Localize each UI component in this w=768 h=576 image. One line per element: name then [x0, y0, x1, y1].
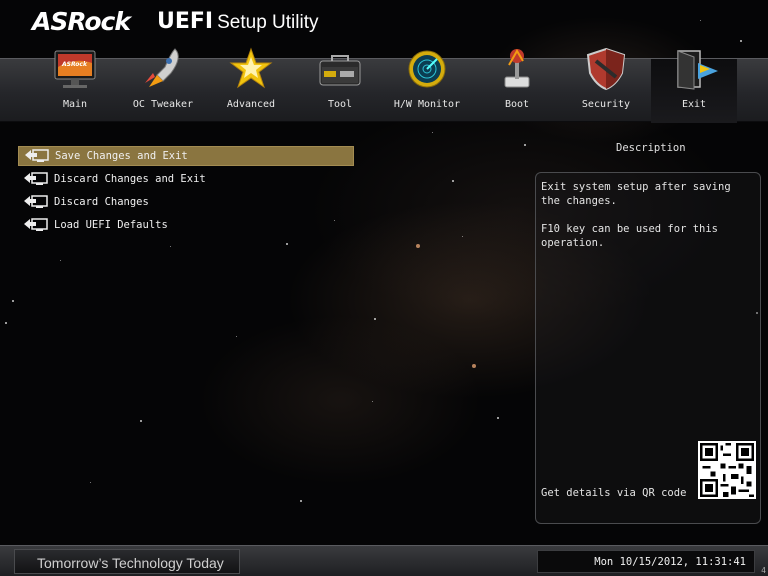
- menu-item-discard-changes-and-exit[interactable]: Discard Changes and Exit: [18, 169, 354, 189]
- exit-menu: Save Changes and Exit Discard Changes an…: [18, 146, 354, 238]
- corner-mark: 4: [761, 566, 766, 575]
- product-title: UEFI Setup Utility: [157, 9, 318, 34]
- exit-arrow-icon: [24, 172, 48, 185]
- nav-bar: ASRock Main OC Tweaker Advanced Tool H/W…: [0, 47, 768, 123]
- description-line-2: F10 key can be used for this operation.: [541, 223, 719, 249]
- tab-security[interactable]: Security: [563, 47, 649, 123]
- menu-item-label: Discard Changes: [54, 196, 149, 208]
- datetime-display: Mon 10/15/2012, 11:31:41: [594, 556, 746, 568]
- star-icon: [229, 47, 273, 89]
- brand-logo: ASRock: [32, 7, 131, 36]
- tab-tool[interactable]: Tool: [297, 55, 383, 123]
- description-line-1: Exit system setup after saving the chang…: [541, 181, 731, 207]
- qr-code-icon: [700, 443, 754, 497]
- radar-icon: [408, 50, 446, 88]
- shield-icon: [586, 47, 626, 91]
- description-text: Exit system setup after saving the chang…: [541, 180, 755, 264]
- description-panel: Exit system setup after saving the chang…: [535, 172, 761, 524]
- product-suffix: Setup Utility: [217, 12, 319, 33]
- tab-hw-monitor[interactable]: H/W Monitor: [384, 50, 470, 123]
- header: ASRock UEFI Setup Utility: [0, 0, 768, 56]
- exit-arrow-icon: [24, 218, 48, 231]
- exit-arrow-icon: [24, 195, 48, 208]
- menu-item-label: Load UEFI Defaults: [54, 219, 168, 231]
- tab-advanced[interactable]: Advanced: [208, 47, 294, 123]
- rocket-icon: [145, 48, 179, 87]
- clock-panel: Mon 10/15/2012, 11:31:41: [537, 550, 755, 573]
- monitor-icon: ASRock: [54, 50, 96, 88]
- tab-oc-tweaker[interactable]: OC Tweaker: [120, 48, 206, 123]
- product-name: UEFI: [157, 9, 214, 34]
- qr-label: Get details via QR code: [541, 487, 687, 499]
- joystick-icon: [504, 49, 530, 88]
- svg-text:ASRock: ASRock: [61, 61, 88, 68]
- tab-label: Exit: [681, 99, 707, 110]
- tab-label: Tool: [327, 99, 353, 110]
- footer-bar: Tomorrow’s Technology Today Mon 10/15/20…: [0, 545, 768, 576]
- qr-code: [698, 441, 756, 499]
- tab-label: H/W Monitor: [393, 99, 461, 110]
- tab-label: Security: [581, 99, 631, 110]
- tab-label: Main: [62, 99, 88, 110]
- menu-item-load-uefi-defaults[interactable]: Load UEFI Defaults: [18, 215, 354, 235]
- toolbox-icon: [319, 55, 361, 86]
- menu-item-discard-changes[interactable]: Discard Changes: [18, 192, 354, 212]
- exit-arrow-icon: [25, 149, 49, 162]
- description-title: Description: [616, 142, 686, 154]
- menu-item-save-changes-and-exit[interactable]: Save Changes and Exit: [18, 146, 354, 166]
- tab-exit[interactable]: Exit: [651, 50, 737, 123]
- tab-main[interactable]: ASRock Main: [32, 50, 118, 123]
- slogan-panel: Tomorrow’s Technology Today: [14, 549, 240, 574]
- tab-label: Advanced: [226, 99, 276, 110]
- slogan-text: Tomorrow’s Technology Today: [37, 555, 224, 571]
- menu-item-label: Discard Changes and Exit: [54, 173, 206, 185]
- tab-boot[interactable]: Boot: [474, 49, 560, 123]
- tab-label: OC Tweaker: [132, 99, 194, 110]
- menu-item-label: Save Changes and Exit: [55, 150, 188, 162]
- exit-door-icon: [677, 50, 718, 90]
- tab-label: Boot: [504, 99, 530, 110]
